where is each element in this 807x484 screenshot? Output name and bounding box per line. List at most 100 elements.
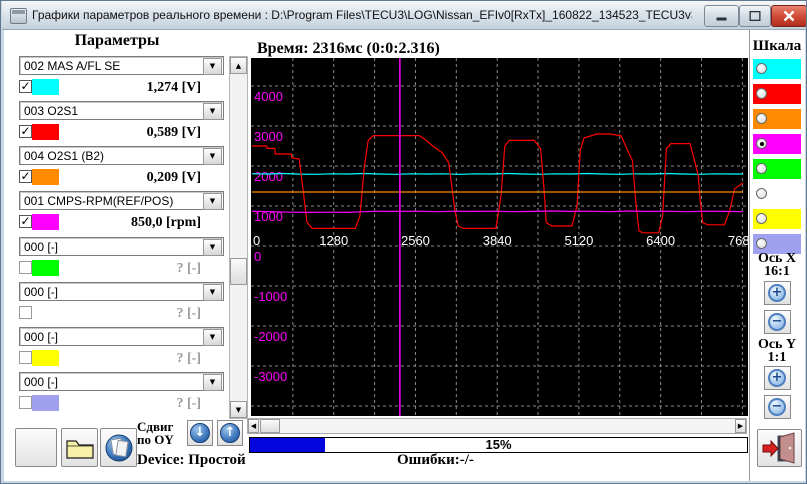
chart-plot[interactable]: 40003000200010000-1000-2000-300001280256… xyxy=(251,58,748,416)
x-axis-tick-label: 0 xyxy=(253,233,260,248)
scale-radio[interactable] xyxy=(756,88,767,99)
y-axis-tick-label: 4000 xyxy=(254,89,283,104)
y-axis-tick-label: -2000 xyxy=(254,329,287,344)
parameter-dropdown[interactable]: 000 [-] ▼ xyxy=(19,327,224,346)
parameter-dropdown[interactable]: 000 [-] ▼ xyxy=(19,282,224,301)
minimize-button[interactable] xyxy=(704,5,739,27)
scale-radio[interactable] xyxy=(756,213,767,224)
x-axis-tick-label: 6400 xyxy=(646,233,675,248)
scale-swatch xyxy=(753,159,801,179)
scrollbar-thumb[interactable] xyxy=(260,419,280,433)
y-axis-tick-label: 0 xyxy=(254,249,261,264)
scale-radio[interactable] xyxy=(756,138,767,149)
exit-door-icon xyxy=(761,432,799,464)
progress-bar: 15% xyxy=(249,437,748,453)
close-icon xyxy=(784,11,795,22)
minus-icon: − xyxy=(768,313,786,331)
x-axis-tick-label: 5120 xyxy=(564,233,593,248)
down-arrow-icon: ↓ xyxy=(190,423,210,443)
print-button[interactable] xyxy=(100,428,137,467)
channel-value: 0,589 [V] xyxy=(19,125,201,141)
scale-radio[interactable] xyxy=(756,63,767,74)
channel-value: ? [-] xyxy=(19,396,201,412)
x-axis-tick-label: 7680 xyxy=(728,233,748,248)
parameter-name: 002 MAS A/FL SE xyxy=(24,59,120,73)
axis-x-zoom-in-button[interactable]: + xyxy=(764,281,791,305)
axis-y-zoom-in-button[interactable]: + xyxy=(764,366,791,390)
progress-label: 15% xyxy=(250,438,747,452)
scale-swatch xyxy=(753,84,801,104)
channel-group: 002 MAS A/FL SE▼✓1,274 [V] xyxy=(19,56,224,98)
scrollbar-thumb[interactable] xyxy=(230,258,247,285)
title-bar: Графики параметров реального времени : D… xyxy=(2,1,807,30)
parameter-name: 003 O2S1 xyxy=(24,104,78,118)
scroll-left-button[interactable]: ◀ xyxy=(248,419,259,433)
channel-scrollbar[interactable]: ▲ ▼ xyxy=(229,56,248,419)
up-arrow-icon: ↑ xyxy=(220,423,240,443)
scale-swatch xyxy=(753,209,801,229)
channel-value: ? [-] xyxy=(19,306,201,322)
app-icon xyxy=(10,8,27,24)
chevron-down-icon[interactable]: ▼ xyxy=(203,329,222,346)
maximize-icon xyxy=(750,11,761,21)
time-label: Время: 2316мс (0:0:2.316) xyxy=(257,40,440,58)
chevron-down-icon[interactable]: ▼ xyxy=(203,374,222,391)
close-button[interactable] xyxy=(771,5,807,27)
shift-up-button[interactable]: ↑ xyxy=(217,420,243,446)
y-axis-tick-label: -1000 xyxy=(254,289,287,304)
chevron-down-icon[interactable]: ▼ xyxy=(203,239,222,256)
channel-group: 000 [-]▼ ? [-] xyxy=(19,372,224,414)
x-axis-tick-label: 1280 xyxy=(319,233,348,248)
window-title: Графики параметров реального времени : D… xyxy=(32,8,692,22)
chart-scrollbar[interactable]: ◀ ▶ xyxy=(247,418,747,434)
scale-radio[interactable] xyxy=(756,238,767,249)
chevron-down-icon[interactable]: ▼ xyxy=(203,284,222,301)
scale-swatch xyxy=(753,134,801,154)
parameter-name: 000 [-] xyxy=(24,285,58,299)
scale-header: Шкала xyxy=(749,38,805,55)
maximize-button[interactable] xyxy=(739,5,771,27)
minus-icon: − xyxy=(768,398,786,416)
app-window: Графики параметров реального времени : D… xyxy=(0,0,807,484)
chevron-down-icon[interactable]: ▼ xyxy=(203,58,222,75)
scroll-down-button[interactable]: ▼ xyxy=(230,401,247,418)
y-axis-tick-label: 2000 xyxy=(254,169,283,184)
shift-down-button[interactable]: ↓ xyxy=(187,420,213,446)
channel-value: ? [-] xyxy=(19,261,201,277)
axis-x-ratio: 16:1 xyxy=(749,265,805,278)
scale-swatch xyxy=(753,184,801,204)
parameter-dropdown[interactable]: 000 [-]▼ xyxy=(19,237,224,256)
blank-button[interactable] xyxy=(15,428,57,467)
chevron-down-icon[interactable]: ▼ xyxy=(203,103,222,120)
parameter-dropdown[interactable]: 001 CMPS-RPM(REF/POS) ▼ xyxy=(19,191,224,210)
channel-value: 0,209 [V] xyxy=(19,170,201,186)
channel-group: 003 O2S1▼✓0,589 [V] xyxy=(19,101,224,143)
parameter-dropdown[interactable]: 000 [-]▼ xyxy=(19,372,224,391)
chevron-down-icon[interactable]: ▼ xyxy=(203,193,222,210)
open-folder-button[interactable] xyxy=(61,428,98,467)
axis-x-zoom-out-button[interactable]: − xyxy=(764,310,791,334)
parameter-dropdown[interactable]: 004 O2S1 (B2)▼ xyxy=(19,146,224,165)
y-axis-tick-label: -3000 xyxy=(254,369,287,384)
chevron-down-icon[interactable]: ▼ xyxy=(203,148,222,165)
parameter-dropdown[interactable]: 003 O2S1 ▼ xyxy=(19,101,224,120)
scroll-up-button[interactable]: ▲ xyxy=(230,57,247,74)
exit-button[interactable] xyxy=(757,429,802,467)
folder-icon xyxy=(65,437,95,459)
parameter-dropdown[interactable]: 002 MAS A/FL SE ▼ xyxy=(19,56,224,75)
scale-radio[interactable] xyxy=(756,163,767,174)
x-axis-tick-label: 2560 xyxy=(401,233,430,248)
scroll-right-button[interactable]: ▶ xyxy=(735,419,746,433)
channel-group: 001 CMPS-RPM(REF/POS)▼✓850,0 [rpm] xyxy=(19,191,224,233)
plus-icon: + xyxy=(768,369,786,387)
axis-y-zoom-out-button[interactable]: − xyxy=(764,395,791,419)
scale-radio[interactable] xyxy=(756,188,767,199)
channel-group: 000 [-]▼? [-] xyxy=(19,327,224,369)
scale-radio[interactable] xyxy=(756,113,767,124)
shift-oy-label: Сдвиг по OY xyxy=(137,420,174,446)
channel-group: 004 O2S1 (B2)▼✓0,209 [V] xyxy=(19,146,224,188)
parameter-name: 001 CMPS-RPM(REF/POS) xyxy=(24,194,173,208)
axis-y-ratio: 1:1 xyxy=(749,351,805,364)
parameters-header: Параметры xyxy=(9,32,225,50)
parameter-name: 000 [-] xyxy=(24,330,58,344)
